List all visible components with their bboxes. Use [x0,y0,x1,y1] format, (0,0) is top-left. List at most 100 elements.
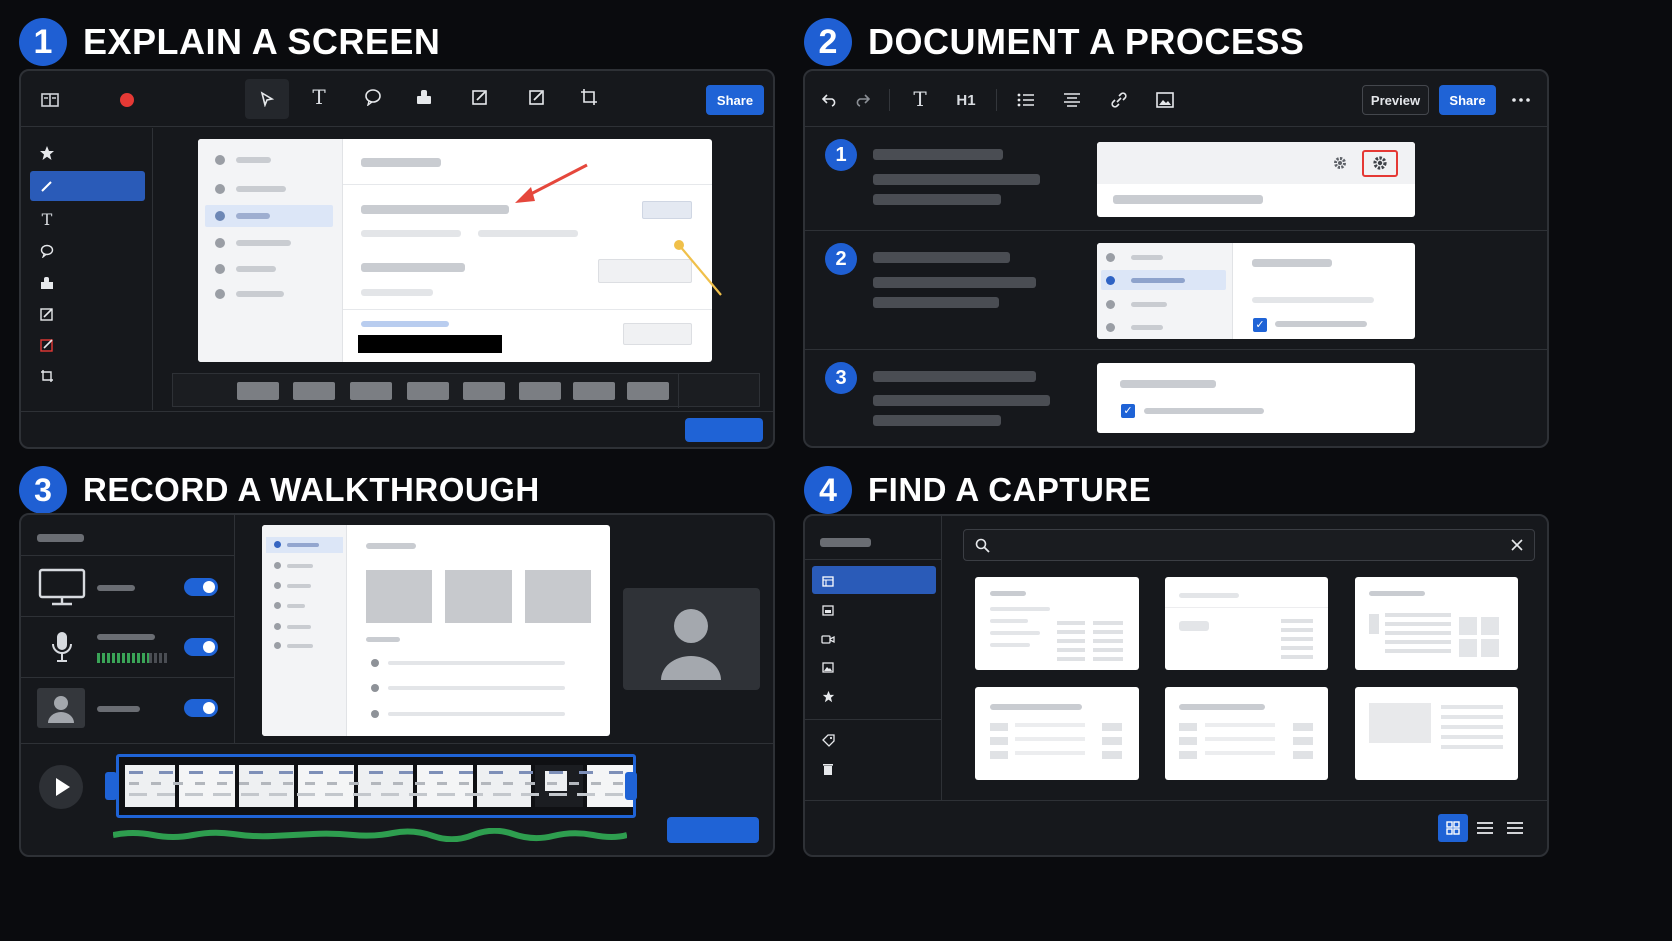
star-icon[interactable] [37,143,57,163]
timeline-clip[interactable] [116,754,636,818]
done-button[interactable] [685,418,763,442]
bullet-list-icon[interactable] [1015,89,1037,111]
trim-handle-right[interactable] [625,772,637,800]
pen-icon [37,176,57,196]
clear-search-icon[interactable] [1508,536,1526,554]
image-icon[interactable] [820,602,836,618]
step-screenshot[interactable]: ✓ [1097,363,1415,433]
explain-screen-panel: T Share T [19,69,775,449]
screenshot-canvas[interactable] [198,139,712,362]
image-insert-icon[interactable] [1154,89,1176,111]
screen-toggle[interactable] [184,578,218,596]
capture-thumbnail[interactable] [975,687,1139,780]
step-number: 1 [825,139,857,171]
thumbnail[interactable] [237,382,279,400]
edit-icon[interactable] [468,85,492,109]
speech-bubble-icon[interactable] [37,241,57,261]
stamp-icon[interactable] [412,85,436,109]
play-button[interactable] [39,765,83,809]
search-input[interactable] [963,529,1535,561]
checkbox-checked: ✓ [1253,318,1267,332]
edit-icon[interactable] [37,304,57,324]
crop-icon[interactable] [37,366,57,386]
link-icon[interactable] [1108,89,1130,111]
more-options-icon[interactable] [1509,89,1533,111]
microphone-toggle[interactable] [184,638,218,656]
redo-icon[interactable] [851,89,873,111]
section-1-heading: 1 EXPLAIN A SCREEN [19,18,440,66]
step-screenshot[interactable]: ✓ [1097,243,1415,339]
thumbnail[interactable] [627,382,669,400]
thumbnail[interactable] [573,382,615,400]
webcam-preview[interactable] [623,588,760,690]
capture-thumbnail[interactable] [1355,577,1518,670]
capture-thumbnail[interactable] [975,577,1139,670]
speech-bubble-icon[interactable] [361,85,385,109]
section-title: FIND A CAPTURE [868,471,1152,508]
step-number: 2 [825,243,857,275]
preview-button[interactable]: Preview [1362,85,1429,115]
list-view-icon[interactable] [1473,816,1497,840]
text-format-icon[interactable]: T [908,87,932,111]
crop-icon[interactable] [577,85,601,109]
picture-icon[interactable] [820,659,836,675]
trim-handle-left[interactable] [105,772,117,800]
screen-source-icon [38,568,86,606]
thumbnail[interactable] [293,382,335,400]
stamp-icon[interactable] [37,273,57,293]
section-3-heading: 3 RECORD A WALKTHROUGH [19,466,540,514]
section-number: 3 [19,466,67,514]
mock-input [623,323,692,345]
share-button[interactable]: Share [706,85,764,115]
redaction-box[interactable] [358,335,502,353]
search-icon [973,536,991,554]
capture-thumbnail[interactable] [1355,687,1518,780]
layout-icon[interactable] [39,89,61,111]
thumbnail[interactable] [463,382,505,400]
grid-view-button[interactable] [1438,814,1468,842]
document-process-panel: T H1 Preview Share 1 2 ✓ 3 ✓ [803,69,1549,448]
play-icon [56,778,70,796]
grid-view-icon [1446,821,1460,835]
thumbnail[interactable] [407,382,449,400]
checkbox-checked: ✓ [1121,404,1135,418]
section-number: 4 [804,466,852,514]
annotation-toolbar [21,71,773,127]
camera-toggle[interactable] [184,699,218,717]
undo-icon[interactable] [819,89,841,111]
section-4-heading: 4 FIND A CAPTURE [804,466,1151,514]
star-icon[interactable] [820,688,836,704]
capture-thumbnail[interactable] [1165,687,1328,780]
section-2-heading: 2 DOCUMENT A PROCESS [804,18,1304,66]
heading-1-button[interactable]: H1 [952,88,980,112]
trash-icon[interactable] [820,761,836,777]
screen-icon [820,573,836,589]
step-number: 3 [825,362,857,394]
gear-icon [1331,154,1349,172]
section-title: RECORD A WALKTHROUGH [83,471,540,508]
camera-source-icon [37,688,85,728]
text-icon[interactable]: T [37,209,57,229]
thumbnail[interactable] [519,382,561,400]
record-icon[interactable] [120,93,134,107]
text-tool-icon[interactable]: T [307,85,331,109]
red-arrow-annotation[interactable] [501,159,591,209]
video-icon[interactable] [820,631,836,647]
capture-thumbnail[interactable] [1165,577,1328,670]
edit-icon[interactable] [525,85,549,109]
step-screenshot[interactable] [1097,142,1415,217]
thumbnail-strip [172,373,760,408]
tag-icon[interactable] [820,732,836,748]
gear-icon [1371,154,1389,172]
recording-preview[interactable] [262,525,610,736]
align-center-icon[interactable] [1061,89,1083,111]
share-button[interactable]: Share [1439,85,1496,115]
arrow-tool-icon [256,88,278,110]
thumbnail[interactable] [350,382,392,400]
person-icon [661,609,721,680]
yellow-pointer-annotation[interactable] [671,239,731,301]
compact-list-icon[interactable] [1503,816,1527,840]
find-capture-panel [803,514,1549,857]
save-recording-button[interactable] [667,817,759,843]
highlight-edit-icon[interactable] [37,335,57,355]
